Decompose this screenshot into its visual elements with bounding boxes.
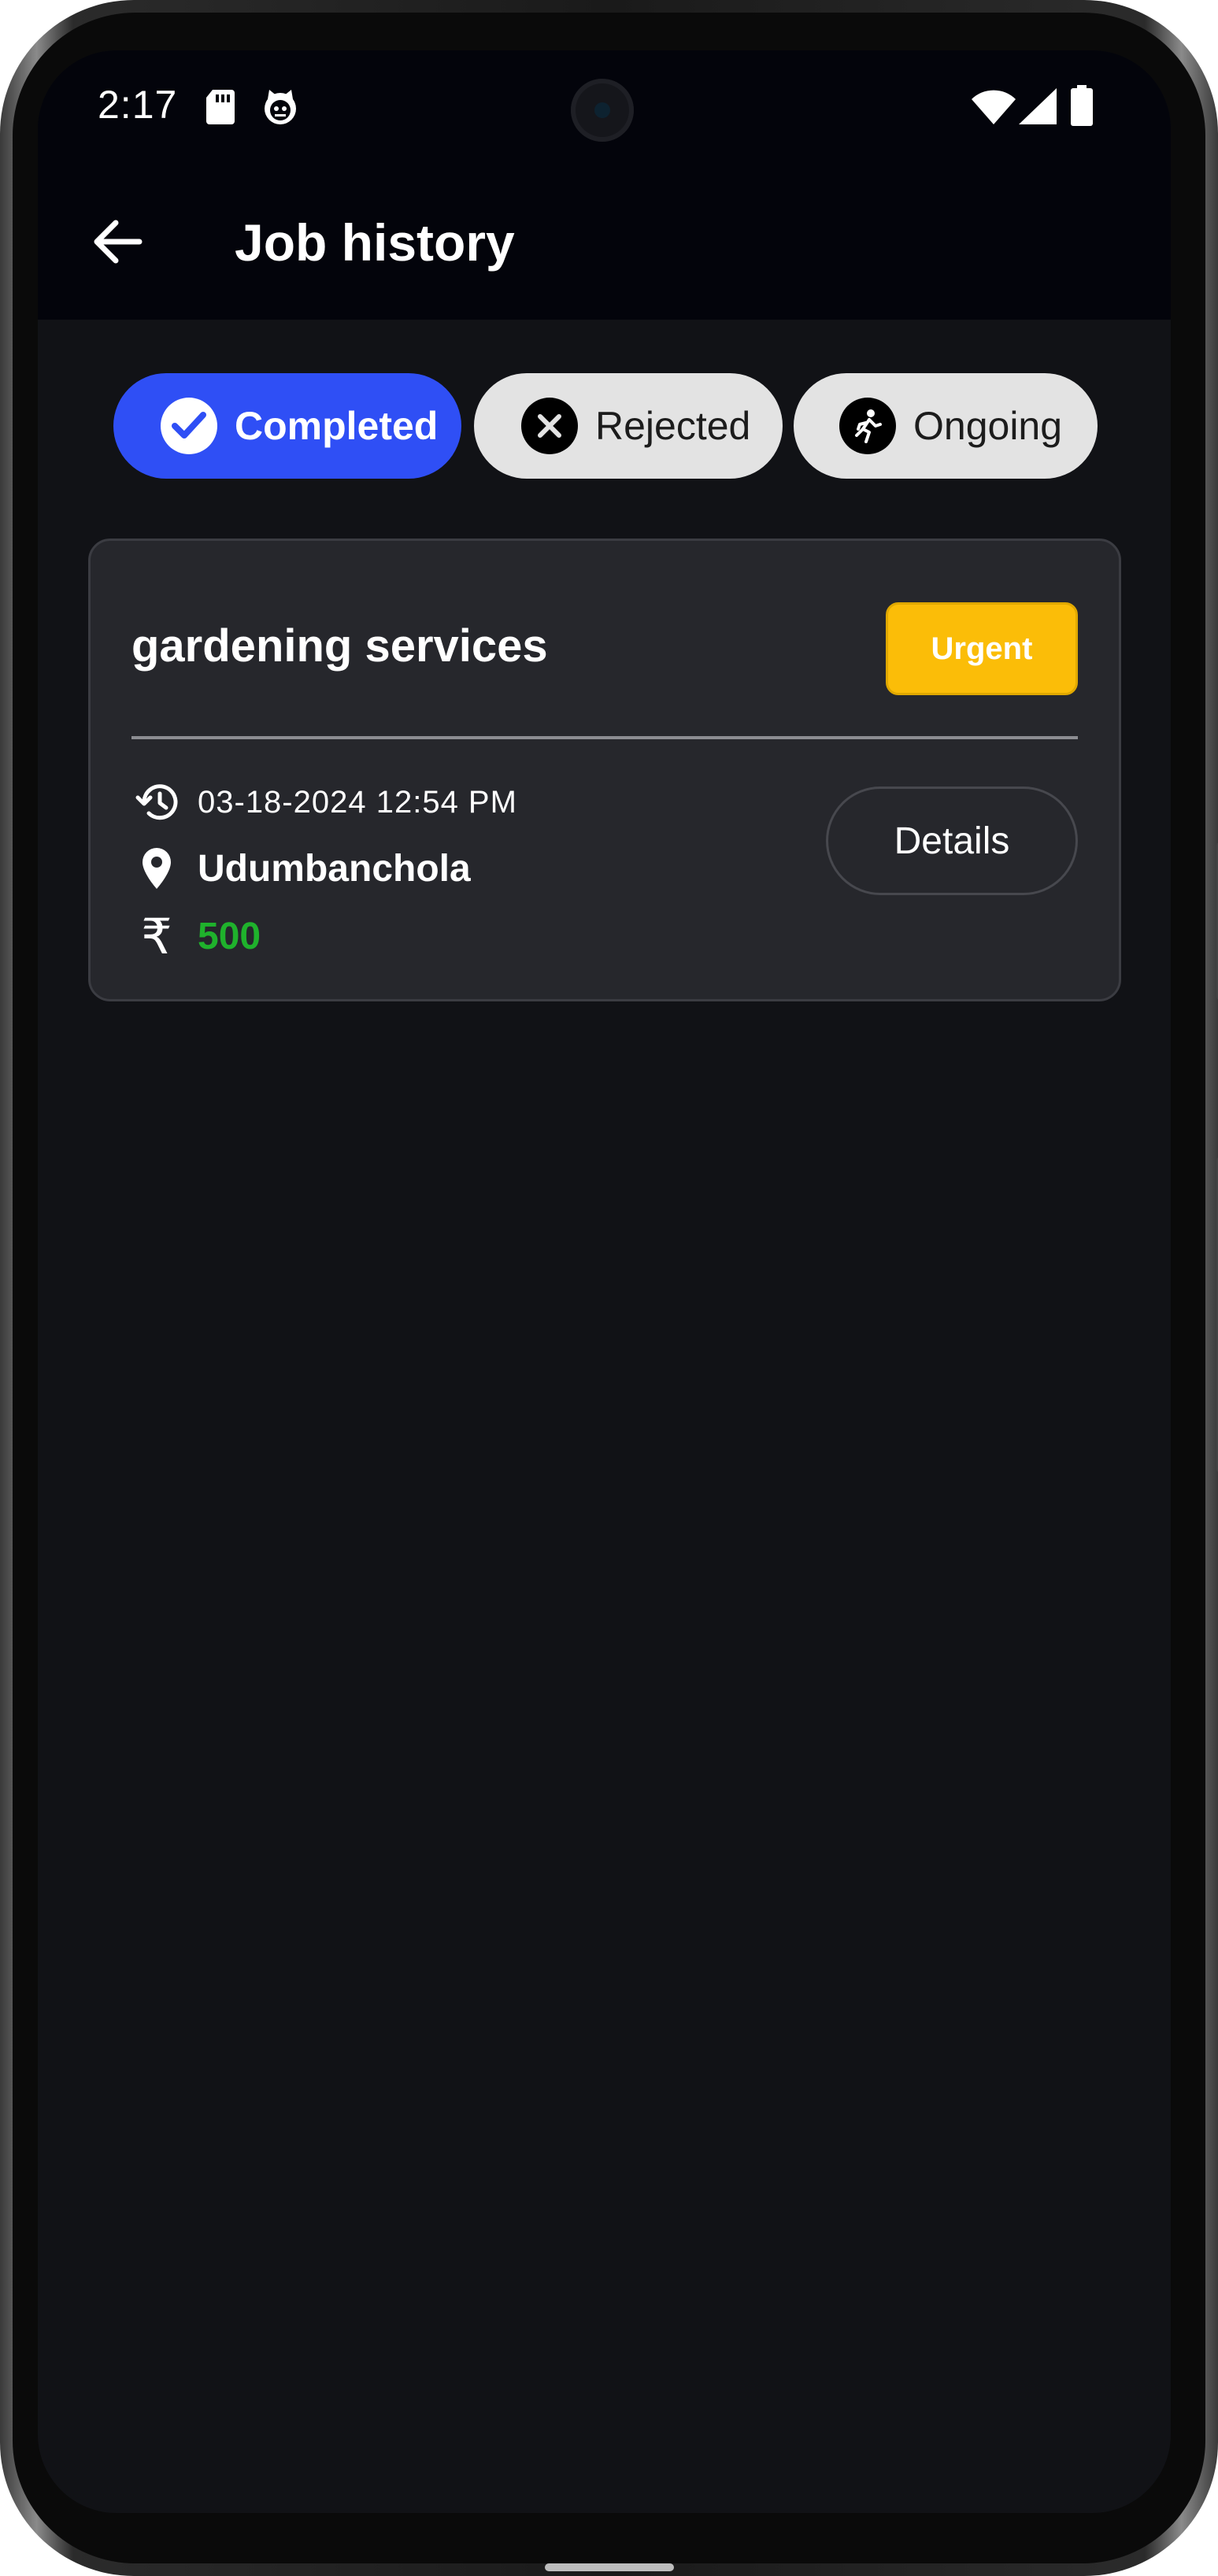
cat-face-icon xyxy=(261,88,299,130)
filter-chip-label: Completed xyxy=(235,404,439,448)
job-location-row: Udumbanchola xyxy=(131,843,471,894)
job-card: gardening services Urgent 03-18-2024 12:… xyxy=(88,539,1121,1001)
arrow-left-icon xyxy=(92,220,143,268)
filter-chip-completed[interactable]: Completed xyxy=(113,373,461,479)
running-person-icon xyxy=(839,398,896,454)
wifi-icon xyxy=(972,90,1016,128)
rupee-icon: ₹ xyxy=(131,908,182,965)
job-datetime-row: 03-18-2024 12:54 PM xyxy=(131,777,517,827)
filter-chip-ongoing[interactable]: Ongoing xyxy=(794,373,1098,479)
card-divider xyxy=(131,736,1078,739)
home-indicator xyxy=(545,2563,674,2571)
signal-icon xyxy=(1019,88,1057,128)
job-amount: 500 xyxy=(198,915,261,957)
x-circle-icon xyxy=(521,398,578,454)
job-location: Udumbanchola xyxy=(198,847,471,890)
filter-chip-rejected[interactable]: Rejected xyxy=(474,373,783,479)
currency-symbol: ₹ xyxy=(141,907,172,965)
history-icon xyxy=(131,777,182,827)
job-amount-row: ₹ 500 xyxy=(131,908,261,965)
battery-icon xyxy=(1071,85,1093,130)
details-button[interactable]: Details xyxy=(826,786,1078,895)
front-camera xyxy=(571,79,634,142)
filter-chip-label: Ongoing xyxy=(913,404,1063,448)
job-datetime: 03-18-2024 12:54 PM xyxy=(198,784,517,820)
location-pin-icon xyxy=(131,843,182,894)
status-bar: 2:17 xyxy=(38,50,1171,168)
screen: 2:17 Job history Completed Rejected Ongo… xyxy=(38,50,1171,2513)
app-bar: Job history xyxy=(38,168,1171,320)
status-time: 2:17 xyxy=(98,83,178,127)
back-button[interactable] xyxy=(82,208,153,279)
filter-chip-label: Rejected xyxy=(595,404,751,448)
job-title: gardening services xyxy=(131,620,548,672)
check-circle-icon xyxy=(161,398,217,454)
sd-card-icon xyxy=(205,88,236,130)
camera-lens xyxy=(594,102,610,118)
priority-badge: Urgent xyxy=(886,602,1078,695)
page-title: Job history xyxy=(235,213,515,272)
phone-frame: 2:17 Job history Completed Rejected Ongo… xyxy=(0,0,1218,2576)
